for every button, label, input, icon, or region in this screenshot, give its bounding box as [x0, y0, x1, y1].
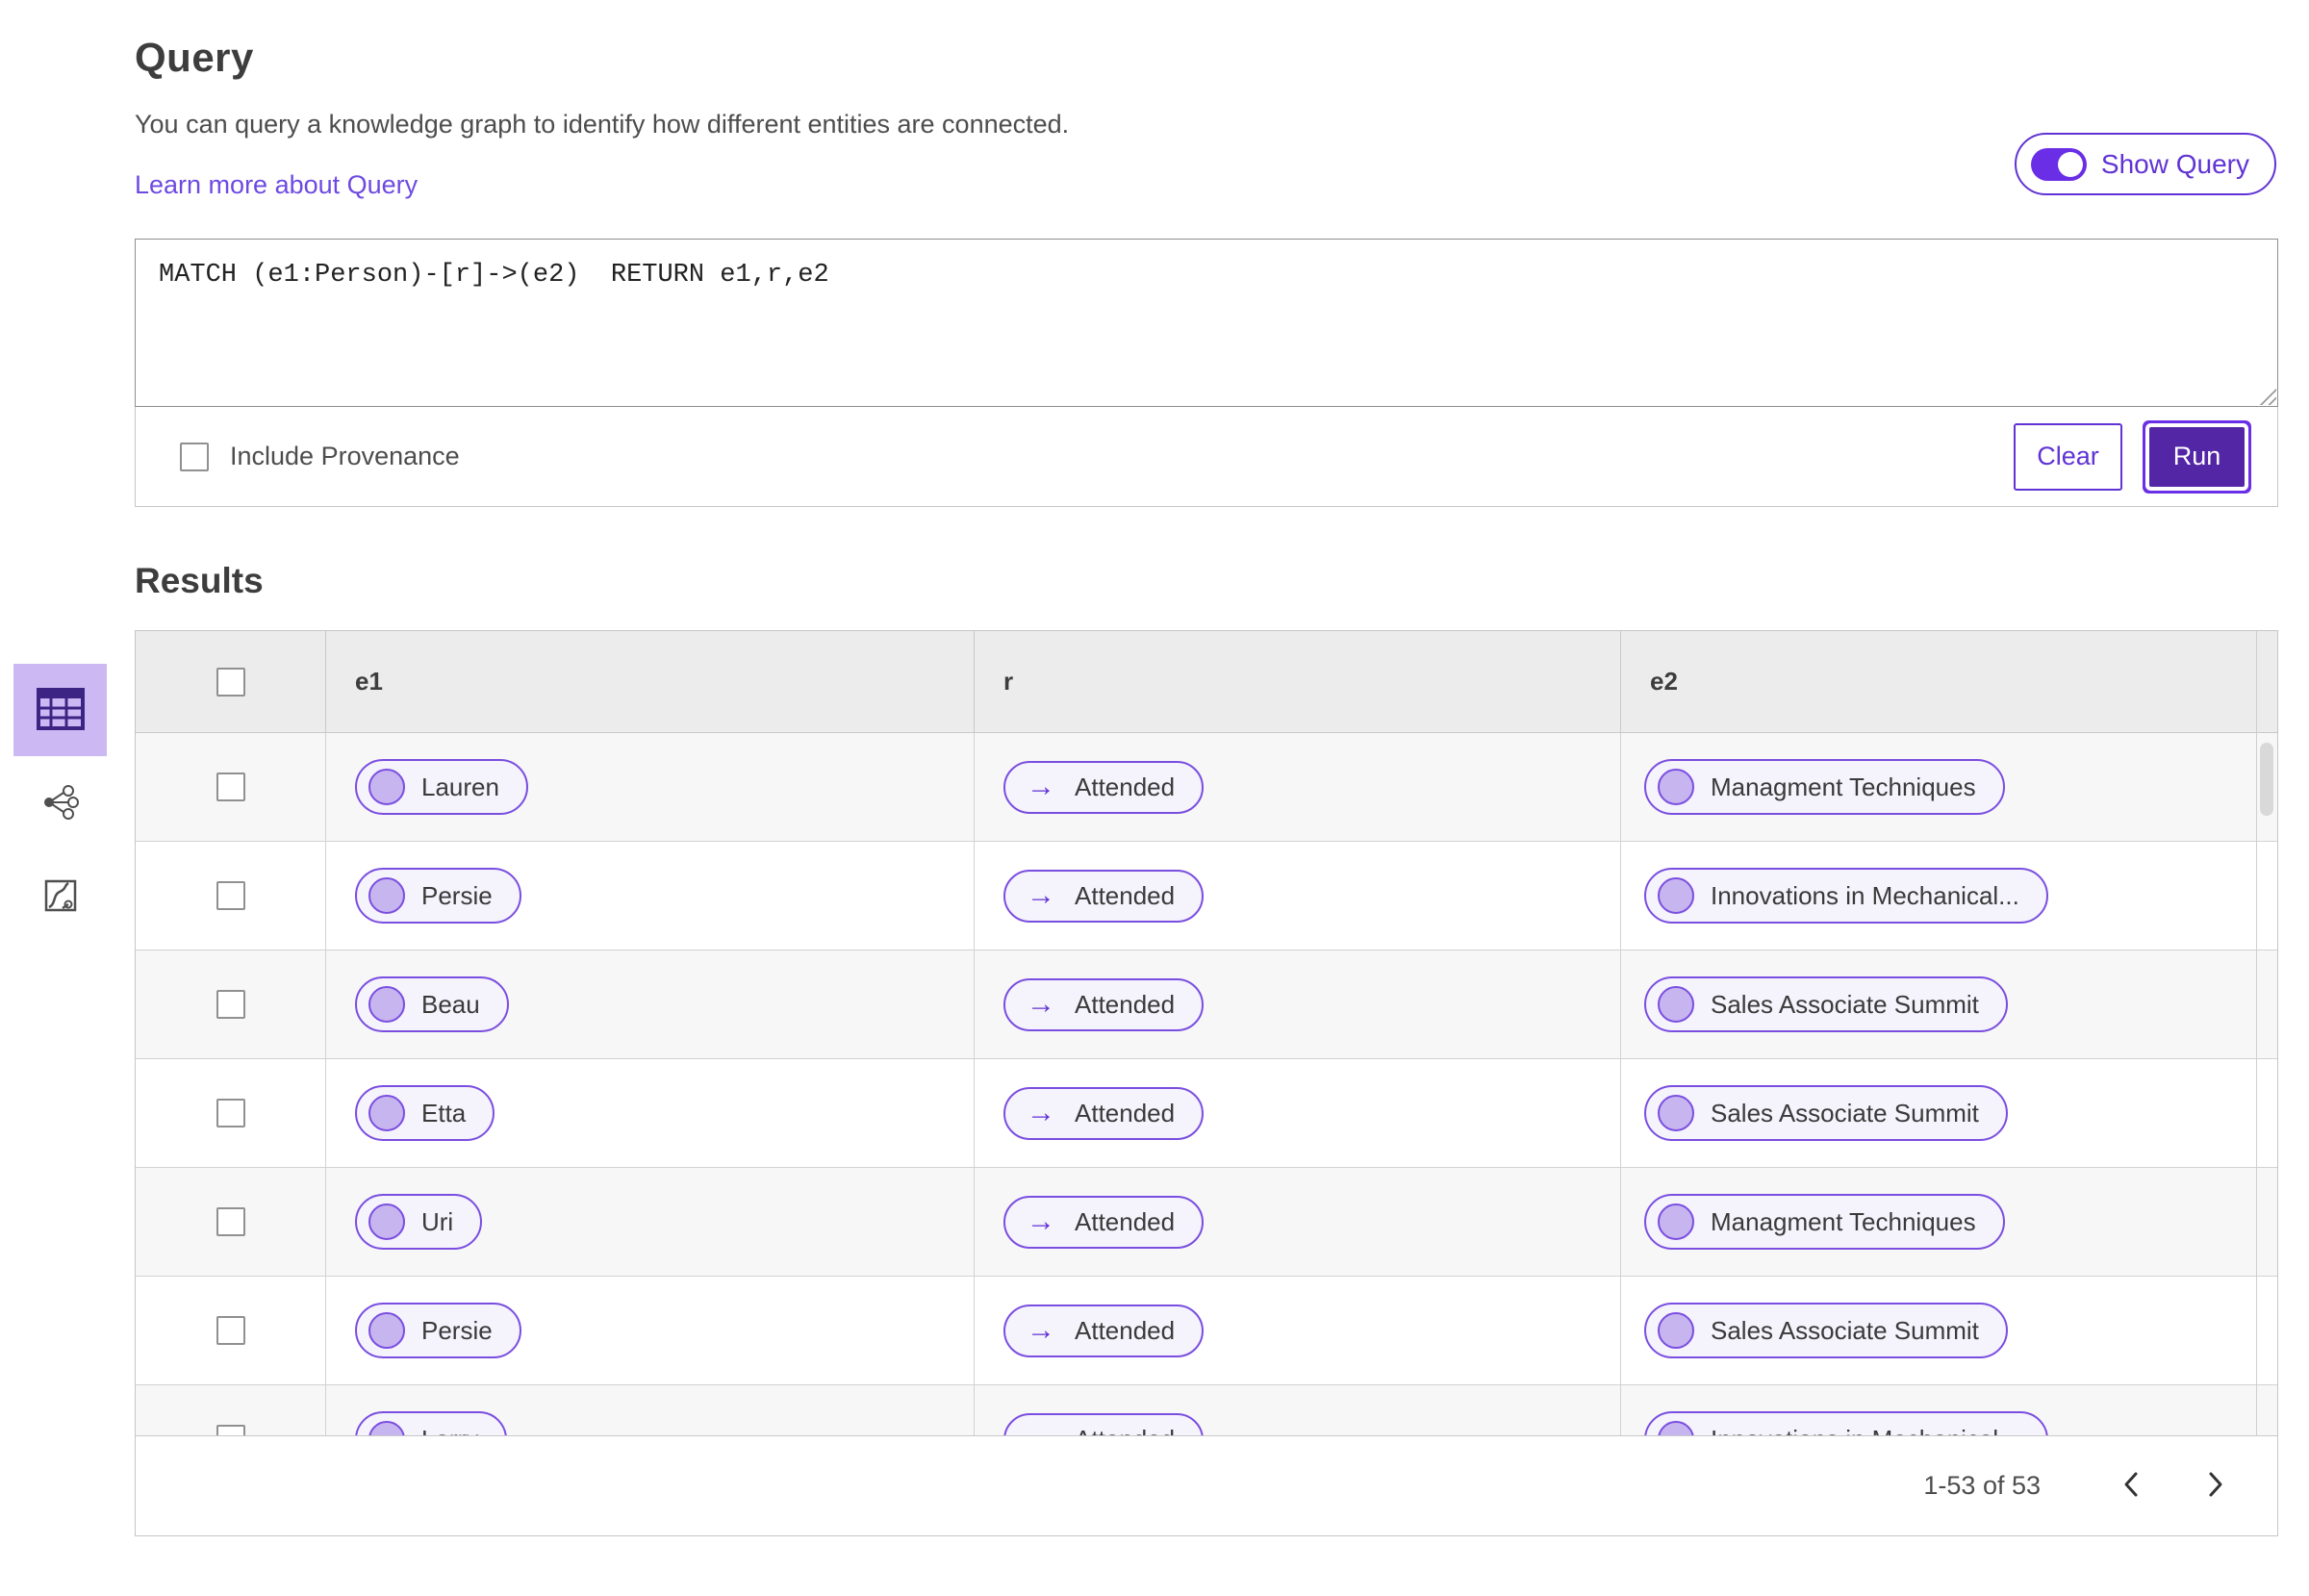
entity-node-icon: [1658, 769, 1694, 805]
clear-button[interactable]: Clear: [2014, 422, 2122, 491]
entity-pill-e1[interactable]: Lauren: [355, 759, 528, 815]
entity-pill-e2[interactable]: Innovations in Mechanical...: [1644, 868, 2048, 924]
table-row: Etta → Attended Sales Associate Summit: [136, 1059, 2277, 1168]
entity-pill-e2[interactable]: Managment Techniques: [1644, 1194, 2005, 1250]
table-view-icon: [36, 687, 85, 733]
results-title: Results: [135, 561, 264, 600]
map-route-icon: [43, 878, 78, 916]
page-title: Query: [135, 35, 254, 80]
entity-node-icon: [1658, 986, 1694, 1023]
relation-arrow-icon: →: [1027, 1314, 1055, 1346]
row-checkbox[interactable]: [216, 1099, 245, 1127]
results-pagination-bar: 1-53 of 53: [136, 1435, 2277, 1535]
row-checkbox[interactable]: [216, 1425, 245, 1435]
row-checkbox[interactable]: [216, 990, 245, 1019]
relation-arrow-icon: →: [1027, 1205, 1055, 1237]
table-view-button[interactable]: [13, 664, 107, 756]
query-actions-bar: Include Provenance Clear Run: [135, 407, 2278, 507]
entity-node-icon: [368, 1203, 405, 1240]
entity-node-icon: [1658, 877, 1694, 914]
row-checkbox[interactable]: [216, 881, 245, 910]
entity-pill-e1[interactable]: Persie: [355, 868, 521, 924]
entity-node-icon: [368, 877, 405, 914]
entity-pill-e1[interactable]: Larry: [355, 1411, 508, 1435]
relation-arrow-icon: →: [1027, 1425, 1055, 1436]
page-description: You can query a knowledge graph to ident…: [135, 110, 1070, 139]
entity-pill-e2[interactable]: Managment Techniques: [1644, 759, 2005, 815]
row-checkbox[interactable]: [216, 1207, 245, 1236]
include-provenance-checkbox[interactable]: [180, 442, 209, 471]
row-checkbox[interactable]: [216, 1316, 245, 1345]
relation-arrow-icon: →: [1027, 988, 1055, 1020]
network-graph-icon: [41, 784, 80, 823]
main-content: Query You can query a knowledge graph to…: [135, 0, 2278, 1536]
entity-node-icon: [368, 769, 405, 805]
entity-pill-e2[interactable]: Innovations in Mechanical...: [1644, 1411, 2048, 1435]
relation-pill[interactable]: → Attended: [1003, 760, 1205, 814]
learn-more-link[interactable]: Learn more about Query: [135, 170, 418, 200]
relation-arrow-icon: →: [1027, 879, 1055, 911]
include-provenance-option[interactable]: Include Provenance: [180, 442, 460, 471]
map-view-button[interactable]: [13, 850, 107, 943]
relation-pill[interactable]: → Attended: [1003, 1195, 1205, 1249]
run-button[interactable]: Run: [2149, 426, 2245, 487]
query-panel: MATCH (e1:Person)-[r]->(e2) RETURN e1,r,…: [135, 239, 2278, 507]
entity-node-icon: [368, 1095, 405, 1131]
row-checkbox[interactable]: [216, 773, 245, 801]
column-header-r[interactable]: r: [975, 631, 1621, 732]
entity-pill-e1[interactable]: Beau: [355, 976, 509, 1032]
entity-node-icon: [1658, 1421, 1694, 1435]
entity-pill-e1[interactable]: Etta: [355, 1085, 495, 1141]
table-row: Persie → Attended Innovations in Mechani…: [136, 842, 2277, 950]
column-header-e2[interactable]: e2: [1621, 631, 2277, 732]
entity-node-icon: [368, 1421, 405, 1435]
results-table-card: e1 r e2 Lauren → Attended Managment Tech…: [135, 630, 2278, 1536]
entity-node-icon: [1658, 1312, 1694, 1349]
entity-pill-e1[interactable]: Persie: [355, 1303, 521, 1358]
column-header-e1[interactable]: e1: [326, 631, 975, 732]
results-table-body: Lauren → Attended Managment Techniques P…: [136, 733, 2277, 1435]
pagination-range-label: 1-53 of 53: [1923, 1471, 2041, 1500]
query-editor-textarea[interactable]: MATCH (e1:Person)-[r]->(e2) RETURN e1,r,…: [135, 239, 2278, 407]
relation-pill[interactable]: → Attended: [1003, 977, 1205, 1031]
relation-pill[interactable]: → Attended: [1003, 1304, 1205, 1357]
network-view-button[interactable]: [13, 757, 107, 849]
view-switcher-sidebar: [13, 664, 107, 943]
table-row: Beau → Attended Sales Associate Summit: [136, 950, 2277, 1059]
include-provenance-label: Include Provenance: [230, 442, 460, 470]
relation-pill[interactable]: → Attended: [1003, 869, 1205, 923]
relation-pill[interactable]: → Attended: [1003, 1086, 1205, 1140]
chevron-left-icon: [2119, 1470, 2143, 1502]
entity-pill-e2[interactable]: Sales Associate Summit: [1644, 976, 2008, 1032]
table-row: Larry → Attended Innovations in Mechanic…: [136, 1385, 2277, 1435]
entity-node-icon: [368, 1312, 405, 1349]
next-page-button[interactable]: [2193, 1463, 2239, 1509]
chevron-right-icon: [2204, 1470, 2227, 1502]
entity-node-icon: [1658, 1095, 1694, 1131]
entity-node-icon: [1658, 1203, 1694, 1240]
table-row: Uri → Attended Managment Techniques: [136, 1168, 2277, 1277]
entity-pill-e1[interactable]: Uri: [355, 1194, 483, 1250]
entity-node-icon: [368, 986, 405, 1023]
relation-arrow-icon: →: [1027, 771, 1055, 802]
results-table-header: e1 r e2: [136, 631, 2277, 733]
entity-pill-e2[interactable]: Sales Associate Summit: [1644, 1085, 2008, 1141]
query-page: Show Query Query You can query a knowled…: [0, 0, 2309, 1596]
table-row: Lauren → Attended Managment Techniques: [136, 733, 2277, 842]
relation-pill[interactable]: → Attended: [1003, 1412, 1205, 1436]
entity-pill-e2[interactable]: Sales Associate Summit: [1644, 1303, 2008, 1358]
previous-page-button[interactable]: [2108, 1463, 2154, 1509]
relation-arrow-icon: →: [1027, 1097, 1055, 1128]
scrollbar-thumb[interactable]: [2260, 743, 2273, 816]
table-row: Persie → Attended Sales Associate Summit: [136, 1277, 2277, 1385]
select-all-checkbox[interactable]: [216, 667, 245, 697]
